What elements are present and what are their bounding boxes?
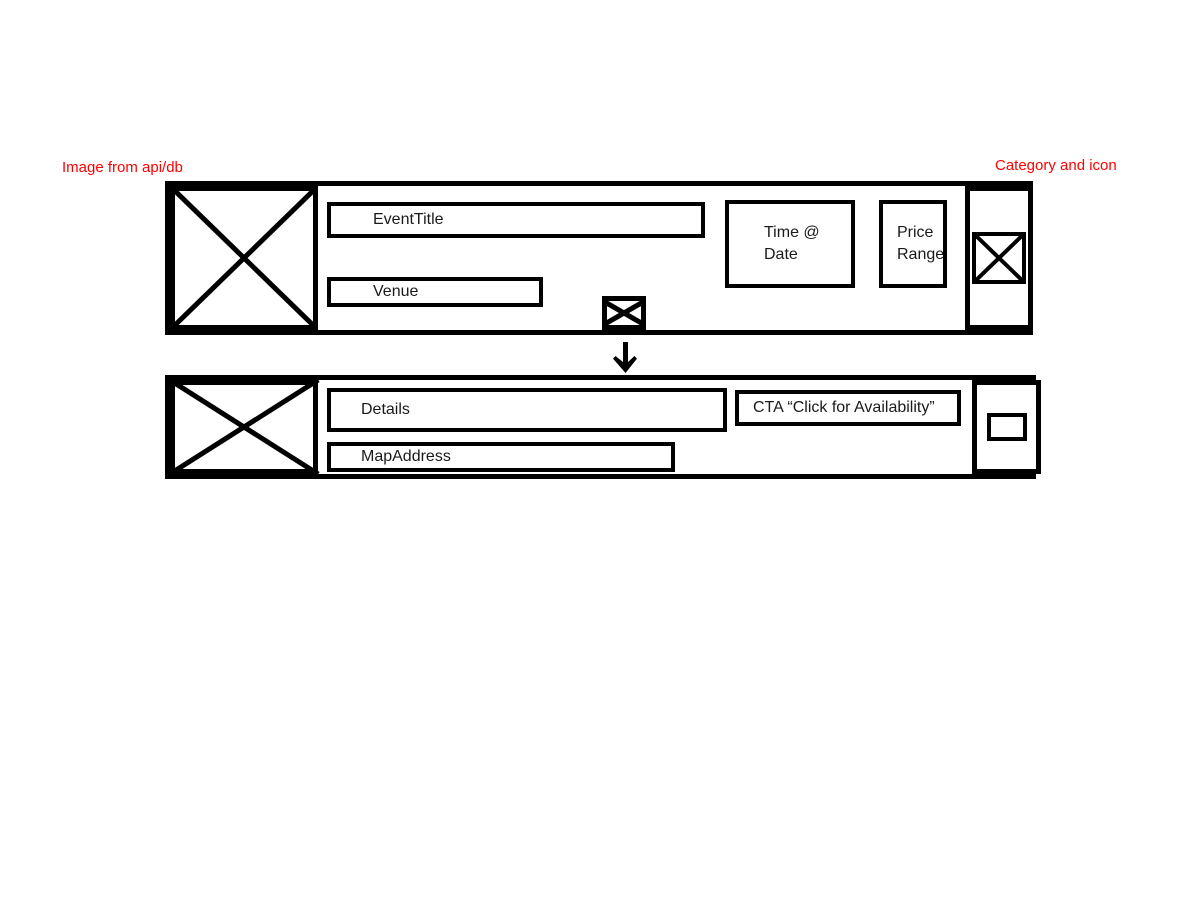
event-time-line1: Time @	[764, 224, 820, 241]
event-venue-field[interactable]: Venue	[327, 277, 543, 307]
event-time-line2: Date	[764, 246, 798, 263]
map-address-label: MapAddress	[361, 448, 451, 465]
annotation-category: Category and icon	[995, 157, 1117, 174]
event-card: EventTitle Venue Time @ Date Price Range	[165, 181, 1033, 335]
details-image-placeholder[interactable]	[168, 377, 320, 477]
event-time-date-field[interactable]: Time @ Date	[725, 200, 855, 288]
annotation-image-source: Image from api/db	[62, 159, 183, 176]
envelope-icon[interactable]	[602, 296, 646, 330]
category-panel[interactable]	[965, 186, 1033, 330]
cta-button[interactable]: CTA “Click for Availability”	[735, 390, 961, 426]
down-arrow-icon	[613, 342, 637, 373]
details-card: Details MapAddress CTA “Click for Availa…	[165, 375, 1041, 479]
map-address-field[interactable]: MapAddress	[327, 442, 675, 472]
event-image-placeholder[interactable]	[170, 186, 318, 330]
envelope-inner	[607, 301, 641, 325]
event-venue-label: Venue	[373, 283, 419, 300]
event-price-line1: Price	[897, 224, 934, 241]
secondary-panel[interactable]	[972, 380, 1041, 474]
cta-label: CTA “Click for Availability”	[753, 399, 935, 416]
category-x-icon[interactable]	[972, 232, 1026, 284]
event-title-label: EventTitle	[373, 211, 444, 228]
event-price-range-field[interactable]: Price Range	[879, 200, 947, 288]
rectangle-icon[interactable]	[986, 413, 1027, 441]
event-title-field[interactable]: EventTitle	[327, 202, 705, 238]
details-field[interactable]: Details	[327, 388, 727, 432]
details-label: Details	[361, 401, 410, 418]
event-price-line2: Range	[897, 246, 945, 263]
